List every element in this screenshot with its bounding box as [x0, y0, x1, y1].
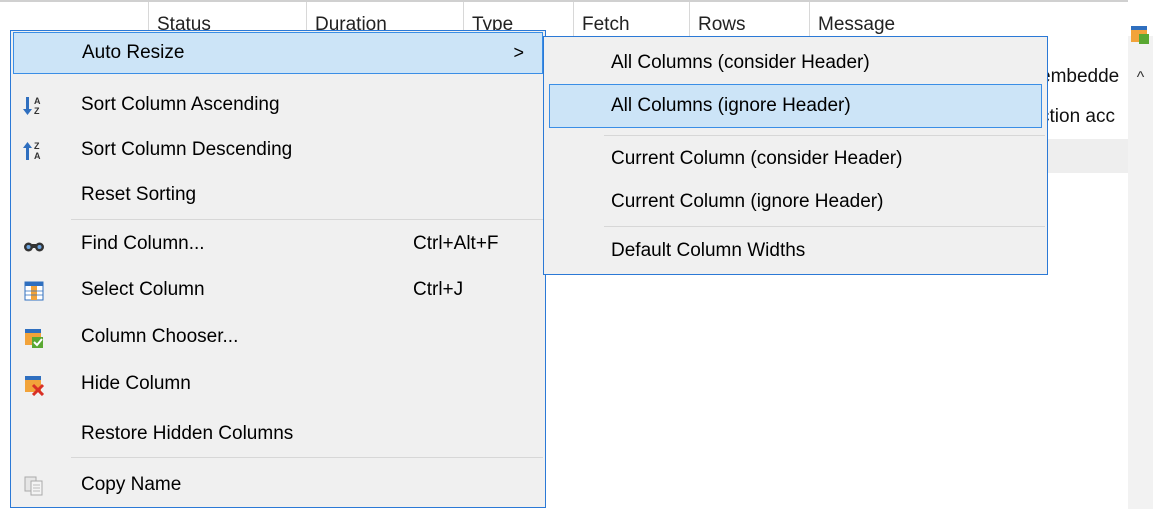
chevron-right-icon: > — [513, 42, 524, 63]
menu-item-find-column[interactable]: Find Column... Ctrl+Alt+F — [11, 223, 545, 265]
menu-separator — [71, 219, 543, 220]
cell-text: embedde — [1040, 66, 1120, 87]
binoculars-icon — [23, 234, 44, 254]
menu-item-label: Column Chooser... — [81, 326, 239, 347]
scroll-up-button[interactable]: ^ — [1128, 66, 1153, 90]
hide-column-icon — [23, 374, 45, 396]
menu-item-label: Select Column — [81, 279, 205, 300]
auto-resize-submenu: All Columns (consider Header) All Column… — [543, 36, 1048, 275]
column-chooser-icon — [23, 327, 43, 348]
menu-item-label: Current Column (consider Header) — [611, 148, 903, 169]
sort-descending-icon: Z A — [23, 140, 43, 161]
table-cell-message[interactable]: embedde — [1040, 66, 1128, 88]
column-header-label: Rows — [698, 14, 746, 35]
menu-item-copy-name[interactable]: Copy Name — [11, 464, 545, 506]
column-header-message[interactable]: Message — [809, 2, 1128, 38]
menu-item-hide-column[interactable]: Hide Column — [11, 363, 545, 405]
svg-text:Z: Z — [34, 141, 40, 151]
menu-separator — [604, 135, 1045, 136]
submenu-item-current-column-ignore-header[interactable]: Current Column (ignore Header) — [544, 181, 1047, 223]
menu-item-label: Default Column Widths — [611, 240, 806, 261]
svg-text:Z: Z — [34, 106, 40, 116]
menu-item-restore-hidden-columns[interactable]: Restore Hidden Columns — [11, 413, 545, 455]
menu-item-label: All Columns (consider Header) — [611, 52, 870, 73]
svg-text:A: A — [34, 151, 41, 161]
column-header-label: Message — [818, 14, 896, 35]
copy-icon — [23, 475, 43, 496]
column-header-fetch[interactable]: Fetch — [573, 2, 689, 38]
selected-row-background — [1040, 139, 1128, 173]
menu-item-shortcut: Ctrl+Alt+F — [413, 233, 499, 254]
submenu-item-all-columns-consider-header[interactable]: All Columns (consider Header) — [544, 42, 1047, 84]
menu-separator — [71, 457, 543, 458]
select-column-icon — [23, 280, 44, 301]
menu-item-label: Sort Column Ascending — [81, 94, 280, 115]
menu-separator — [604, 226, 1045, 227]
menu-item-reset-sorting[interactable]: Reset Sorting — [11, 174, 545, 216]
submenu-item-current-column-consider-header[interactable]: Current Column (consider Header) — [544, 138, 1047, 180]
sort-ascending-icon: A Z — [23, 95, 43, 116]
vertical-scrollbar[interactable] — [1128, 36, 1153, 509]
column-header-rows[interactable]: Rows — [689, 2, 809, 38]
menu-item-label: Restore Hidden Columns — [81, 423, 294, 444]
column-chooser-icon[interactable] — [1128, 22, 1153, 48]
menu-item-sort-ascending[interactable]: A Z Sort Column Ascending — [11, 84, 545, 126]
submenu-item-all-columns-ignore-header[interactable]: All Columns (ignore Header) — [549, 84, 1042, 128]
menu-item-label: Find Column... — [81, 233, 205, 254]
chevron-up-icon: ^ — [1136, 69, 1145, 86]
column-header-label: Fetch — [582, 14, 630, 35]
submenu-item-default-column-widths[interactable]: Default Column Widths — [544, 230, 1047, 272]
cell-text: ction acc — [1040, 106, 1115, 127]
menu-item-label: Hide Column — [81, 373, 191, 394]
table-cell-message[interactable]: ction acc — [1040, 106, 1128, 128]
svg-text:A: A — [34, 96, 41, 106]
menu-item-label: Sort Column Descending — [81, 139, 293, 160]
menu-item-label: Current Column (ignore Header) — [611, 191, 884, 212]
menu-item-label: Copy Name — [81, 474, 182, 495]
menu-item-label: All Columns (ignore Header) — [611, 95, 851, 116]
menu-item-sort-descending[interactable]: Z A Sort Column Descending — [11, 129, 545, 171]
menu-item-column-chooser[interactable]: Column Chooser... — [11, 316, 545, 358]
menu-item-auto-resize[interactable]: Auto Resize > — [13, 32, 543, 74]
menu-item-label: Auto Resize — [82, 42, 185, 63]
menu-item-shortcut: Ctrl+J — [413, 279, 464, 300]
menu-item-select-column[interactable]: Select Column Ctrl+J — [11, 269, 545, 311]
menu-item-label: Reset Sorting — [81, 184, 197, 205]
context-menu: Auto Resize > A Z Sort Column Ascending … — [10, 30, 546, 508]
